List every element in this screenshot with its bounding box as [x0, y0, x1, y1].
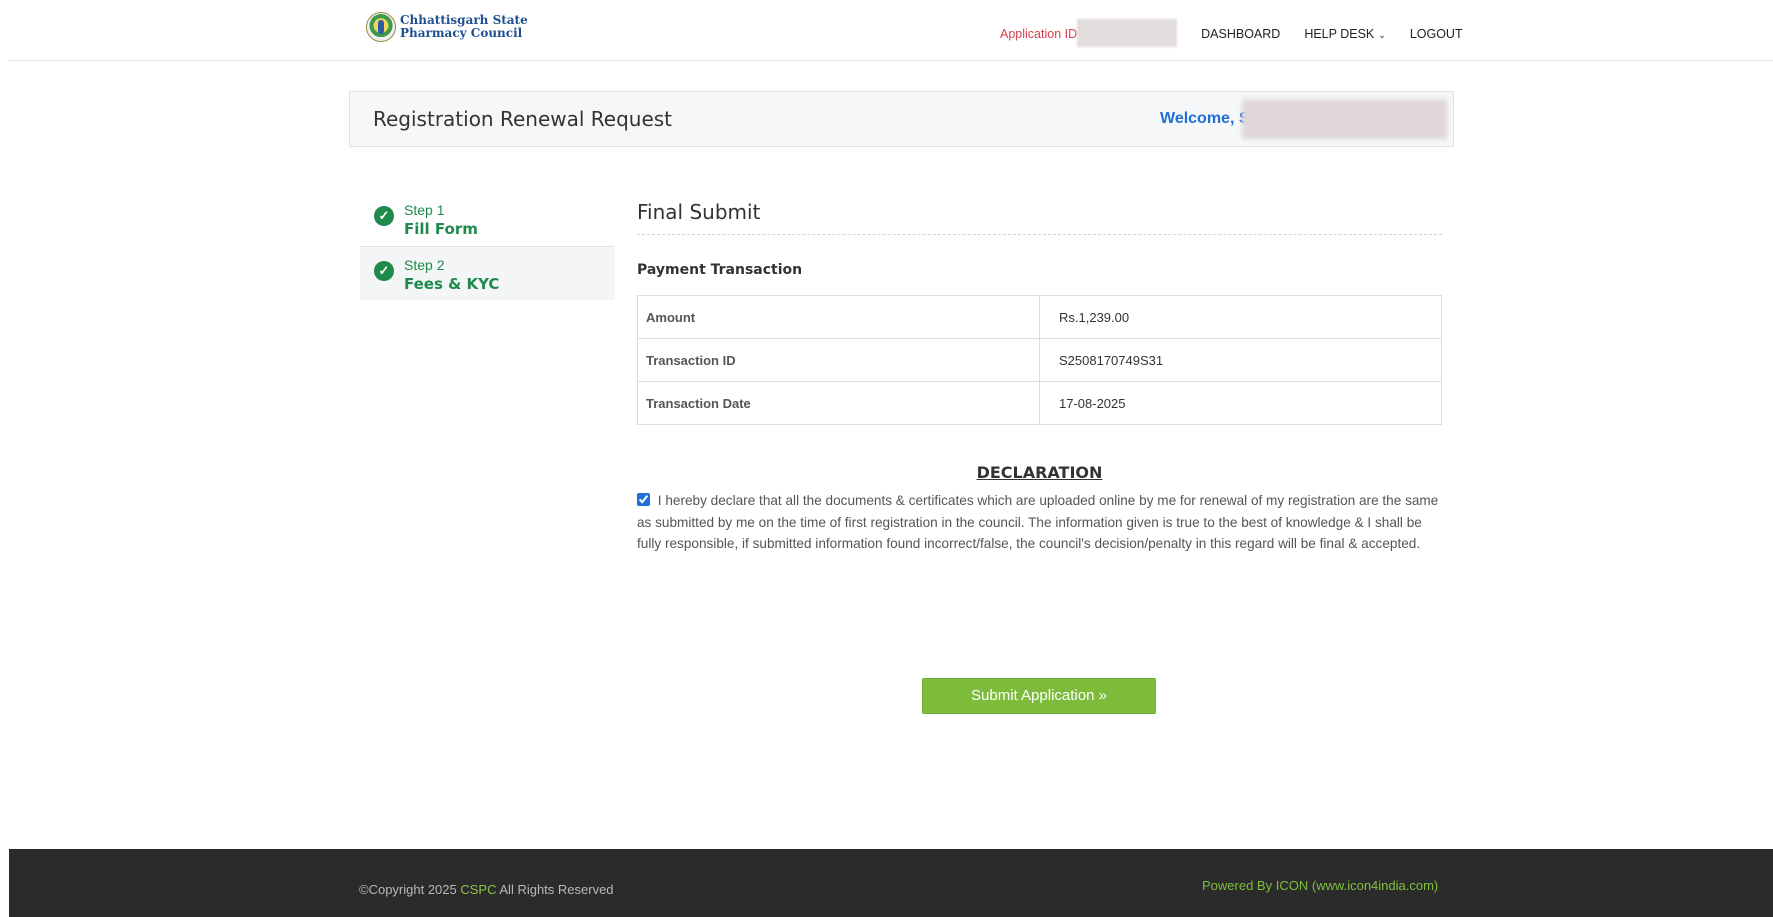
- powered-by-link[interactable]: Powered By ICON (www.icon4india.com): [1202, 878, 1438, 893]
- table-row: Amount Rs.1,239.00: [637, 295, 1442, 339]
- final-submit-panel: Final Submit Payment Transaction Amount …: [637, 200, 1442, 555]
- council-emblem-icon: [366, 12, 396, 42]
- nav-helpdesk-label: HELP DESK: [1304, 27, 1375, 41]
- logo-line-2: Pharmacy Council: [400, 26, 523, 40]
- top-navbar: Chhattisgarh State Pharmacy Council Appl…: [9, 0, 1773, 61]
- page-title: Registration Renewal Request: [373, 107, 673, 131]
- transaction-table: Amount Rs.1,239.00 Transaction ID S25081…: [637, 295, 1442, 425]
- footer: ©Copyright 2025 CSPC All Rights Reserved…: [9, 849, 1773, 917]
- application-id-label: Application ID: [1000, 27, 1078, 41]
- step-label: Fill Form: [404, 220, 478, 238]
- declaration-block: I hereby declare that all the documents …: [637, 490, 1442, 555]
- step-label: Fees & KYC: [404, 275, 500, 293]
- copyright-suffix: All Rights Reserved: [496, 882, 614, 897]
- main-nav: Application ID DASHBOARD HELP DESK ⌄ LOGO…: [1000, 19, 1463, 48]
- transaction-id-value: S2508170749S31: [1039, 338, 1442, 382]
- submit-application-button[interactable]: Submit Application »: [922, 678, 1156, 714]
- check-circle-icon: ✓: [374, 261, 394, 281]
- step-fees-kyc[interactable]: ✓ Step 2 Fees & KYC: [360, 246, 615, 300]
- declaration-checkbox[interactable]: [637, 493, 650, 506]
- nav-helpdesk[interactable]: HELP DESK ⌄: [1304, 27, 1386, 41]
- payment-transaction-heading: Payment Transaction: [637, 262, 803, 278]
- amount-value: Rs.1,239.00: [1039, 295, 1442, 339]
- chevron-down-icon: ⌄: [1378, 30, 1386, 40]
- nav-logout[interactable]: LOGOUT: [1410, 27, 1463, 41]
- table-row: Transaction Date 17-08-2025: [637, 381, 1442, 425]
- check-circle-icon: ✓: [374, 206, 394, 226]
- welcome-text: Welcome, S: [1160, 110, 1250, 127]
- transaction-date-label: Transaction Date: [637, 381, 1040, 425]
- application-id-redacted: [1077, 19, 1178, 47]
- username-redacted: [1242, 99, 1447, 139]
- page-title-bar: Registration Renewal Request Welcome, S: [349, 91, 1454, 147]
- copyright-brand-link[interactable]: CSPC: [460, 882, 496, 897]
- nav-dashboard[interactable]: DASHBOARD: [1201, 27, 1280, 41]
- section-title: Final Submit: [637, 200, 1442, 235]
- copyright-text: ©Copyright 2025 CSPC All Rights Reserved: [359, 882, 614, 897]
- steps-sidebar: ✓ Step 1 Fill Form ✓ Step 2 Fees & KYC: [360, 192, 615, 300]
- amount-label: Amount: [637, 295, 1040, 339]
- table-row: Transaction ID S2508170749S31: [637, 338, 1442, 382]
- transaction-id-label: Transaction ID: [637, 338, 1040, 382]
- step-fill-form[interactable]: ✓ Step 1 Fill Form: [360, 192, 615, 246]
- step-number: Step 1: [404, 202, 445, 218]
- declaration-text: I hereby declare that all the documents …: [637, 493, 1439, 551]
- step-number: Step 2: [404, 257, 445, 273]
- site-logo[interactable]: Chhattisgarh State Pharmacy Council: [366, 12, 528, 42]
- logo-text: Chhattisgarh State Pharmacy Council: [400, 14, 528, 40]
- copyright-prefix: ©Copyright 2025: [359, 882, 461, 897]
- transaction-date-value: 17-08-2025: [1039, 381, 1442, 425]
- declaration-heading: DECLARATION: [976, 463, 1103, 482]
